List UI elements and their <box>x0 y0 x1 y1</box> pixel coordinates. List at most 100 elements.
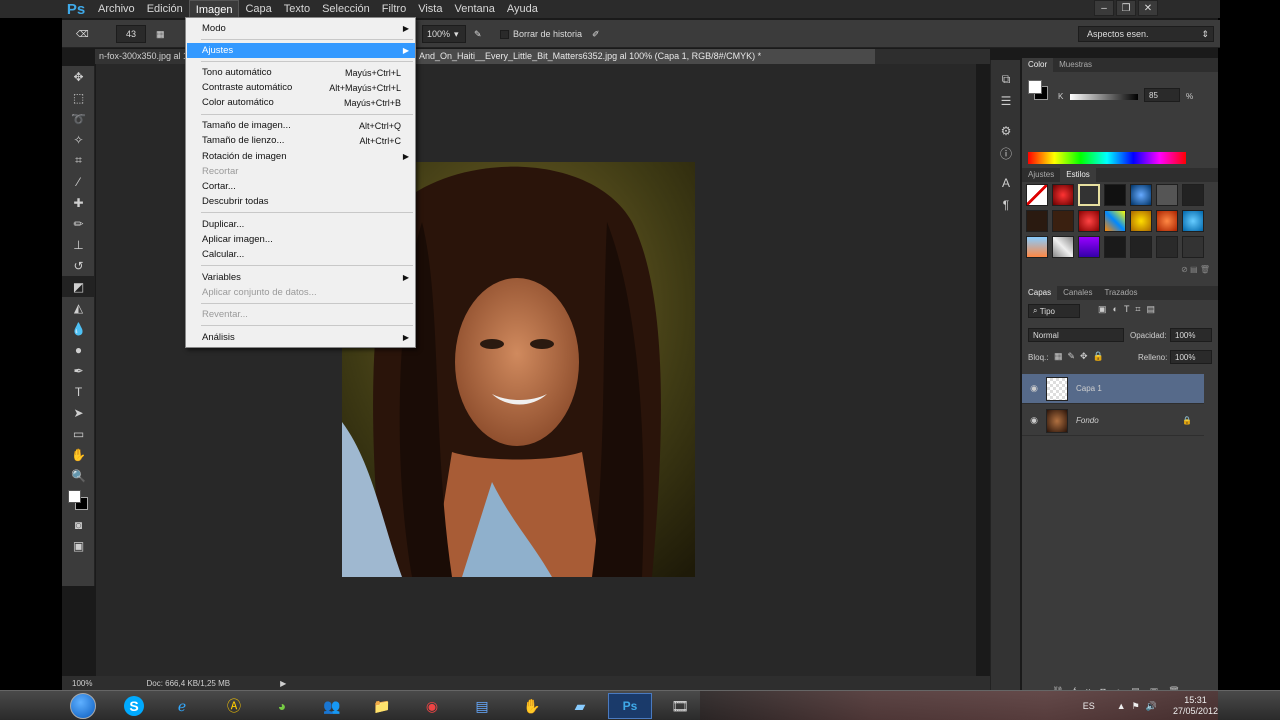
menu-imagen[interactable]: Imagen <box>188 0 240 18</box>
pressure-icon[interactable]: ✐ <box>592 25 600 43</box>
picasa-icon[interactable]: ◕ <box>260 693 304 719</box>
actions-panel-icon[interactable]: ⚙ <box>991 120 1021 142</box>
menu-item-rotacion-imagen[interactable]: Rotación de imagen ▶ <box>187 149 415 164</box>
gradient-tool-icon[interactable]: ◭ <box>62 297 95 318</box>
properties-panel-icon[interactable]: ☰ <box>991 90 1021 112</box>
menu-archivo[interactable]: Archivo <box>92 0 141 18</box>
style-swatch[interactable] <box>1156 236 1178 258</box>
eraser-tool-icon[interactable]: ⌫ <box>76 25 89 43</box>
style-swatch[interactable] <box>1156 210 1178 232</box>
dodge-tool-icon[interactable]: ● <box>62 339 95 360</box>
brush-tool-icon[interactable]: ✏ <box>62 213 95 234</box>
menu-capa[interactable]: Capa <box>239 0 277 18</box>
color-spectrum-bar[interactable] <box>1028 152 1186 164</box>
menu-texto[interactable]: Texto <box>278 0 316 18</box>
blur-tool-icon[interactable]: 💧 <box>62 318 95 339</box>
menu-filtro[interactable]: Filtro <box>376 0 412 18</box>
messenger-icon[interactable]: 👥 <box>310 693 354 719</box>
menu-item-descubrir-todas[interactable]: Descubrir todas <box>187 194 415 209</box>
menu-seleccion[interactable]: Selección <box>316 0 376 18</box>
style-swatch[interactable] <box>1078 184 1100 206</box>
menu-edicion[interactable]: Edición <box>141 0 189 18</box>
menu-ayuda[interactable]: Ayuda <box>501 0 544 18</box>
movie-maker-icon[interactable]: 🎞 <box>658 693 702 719</box>
file-explorer-icon[interactable]: 📁 <box>360 693 404 719</box>
type-tool-icon[interactable]: T <box>62 381 95 402</box>
color-swatches[interactable] <box>62 486 95 514</box>
workspace-select[interactable]: Aspectos esen. ⇕ <box>1078 26 1214 42</box>
tab-ajustes[interactable]: Ajustes <box>1022 168 1060 182</box>
menu-item-cortar[interactable]: Cortar... <box>187 179 415 194</box>
start-button[interactable] <box>62 693 104 719</box>
control-panel-icon[interactable]: ▤ <box>460 693 504 719</box>
stamp-tool-icon[interactable]: ⊥ <box>62 234 95 255</box>
hand-tool-icon[interactable]: ✋ <box>62 444 95 465</box>
panel-foreground-swatch[interactable] <box>1028 80 1042 94</box>
k-value-field[interactable]: 85 <box>1144 88 1180 102</box>
erase-history-checkbox[interactable]: Borrar de historia <box>500 25 582 43</box>
crop-tool-icon[interactable]: ⌗ <box>62 150 95 171</box>
k-slider[interactable] <box>1070 94 1138 100</box>
language-indicator[interactable]: ES <box>1083 701 1095 711</box>
chrome-icon[interactable]: ◉ <box>410 693 454 719</box>
history-panel-icon[interactable]: ⧉ <box>991 68 1021 90</box>
menu-item-color-automatico[interactable]: Color automático Mayús+Ctrl+B <box>187 95 415 110</box>
move-tool-icon[interactable]: ✥ <box>62 66 95 87</box>
play-icon[interactable]: ▶ <box>280 679 286 688</box>
document-tab-1[interactable]: n-fox-300x350.jpg al 1 <box>95 49 185 64</box>
brush-size-picker[interactable]: 43 <box>116 25 146 43</box>
style-swatch[interactable] <box>1104 210 1126 232</box>
minimize-button[interactable]: – <box>1094 0 1114 16</box>
style-swatch[interactable] <box>1182 210 1204 232</box>
pen-tool-icon[interactable]: ✒ <box>62 360 95 381</box>
style-swatch[interactable] <box>1026 184 1048 206</box>
menu-item-aplicar-imagen[interactable]: Aplicar imagen... <box>187 232 415 247</box>
document-tab-2[interactable]: And_On_Haiti__Every_Little_Bit_Matters63… <box>415 49 875 64</box>
skype-icon[interactable]: S <box>112 693 156 719</box>
photoshop-taskbar-icon[interactable]: Ps <box>608 693 652 719</box>
blend-mode-select[interactable]: Normal <box>1028 328 1124 342</box>
style-swatch[interactable] <box>1182 236 1204 258</box>
style-swatch[interactable] <box>1052 236 1074 258</box>
layer-row-fondo[interactable]: ◉ Fondo 🔒 <box>1022 406 1204 436</box>
tab-estilos[interactable]: Estilos <box>1060 168 1096 182</box>
style-swatch[interactable] <box>1130 236 1152 258</box>
quick-select-tool-icon[interactable]: ✧ <box>62 129 95 150</box>
styles-panel-footer-icons[interactable]: ⊘ ▤ 🗑 <box>1181 265 1210 274</box>
quick-mask-icon[interactable]: ◙ <box>62 514 95 535</box>
taskbar-clock[interactable]: 15:31 27/05/2012 <box>1173 695 1218 717</box>
menu-item-calcular[interactable]: Calcular... <box>187 247 415 262</box>
style-swatch[interactable] <box>1078 236 1100 258</box>
style-swatch[interactable] <box>1078 210 1100 232</box>
character-panel-icon[interactable]: A <box>991 172 1021 194</box>
menu-vista[interactable]: Vista <box>412 0 448 18</box>
fill-field[interactable]: 100% <box>1170 350 1212 364</box>
paint-icon[interactable]: ✋ <box>510 693 554 719</box>
foreground-color[interactable] <box>68 490 81 503</box>
tray-flag-icon[interactable]: ⚑ <box>1132 701 1140 712</box>
tray-volume-icon[interactable]: 🔊 <box>1146 701 1157 712</box>
avast-icon[interactable]: Ⓐ <box>212 693 256 719</box>
style-swatch[interactable] <box>1130 184 1152 206</box>
style-swatch[interactable] <box>1026 210 1048 232</box>
menu-item-modo[interactable]: Modo ▶ <box>187 21 415 36</box>
style-swatch[interactable] <box>1156 184 1178 206</box>
tab-muestras[interactable]: Muestras <box>1053 58 1098 72</box>
lock-icons[interactable]: ▦✎✥🔒 <box>1054 351 1109 362</box>
eraser-tool-icon[interactable]: ◩ <box>62 276 95 297</box>
screen-mode-icon[interactable]: ▣ <box>62 535 95 556</box>
menu-item-variables[interactable]: Variables ▶ <box>187 270 415 285</box>
menu-item-tamano-lienzo[interactable]: Tamaño de lienzo... Alt+Ctrl+C <box>187 133 415 148</box>
notes-icon[interactable]: ▰ <box>558 693 602 719</box>
menu-item-tamano-imagen[interactable]: Tamaño de imagen... Alt+Ctrl+Q <box>187 118 415 133</box>
style-swatch[interactable] <box>1130 210 1152 232</box>
style-swatch[interactable] <box>1104 236 1126 258</box>
zoom-tool-icon[interactable]: 🔍 <box>62 465 95 486</box>
style-swatch[interactable] <box>1104 184 1126 206</box>
shape-tool-icon[interactable]: ▭ <box>62 423 95 444</box>
zoom-field[interactable]: 100% ▾ <box>422 25 466 43</box>
info-panel-icon[interactable]: ⓘ <box>991 142 1021 164</box>
opacity-field[interactable]: 100% <box>1170 328 1212 342</box>
style-swatch[interactable] <box>1052 210 1074 232</box>
history-brush-tool-icon[interactable]: ↺ <box>62 255 95 276</box>
